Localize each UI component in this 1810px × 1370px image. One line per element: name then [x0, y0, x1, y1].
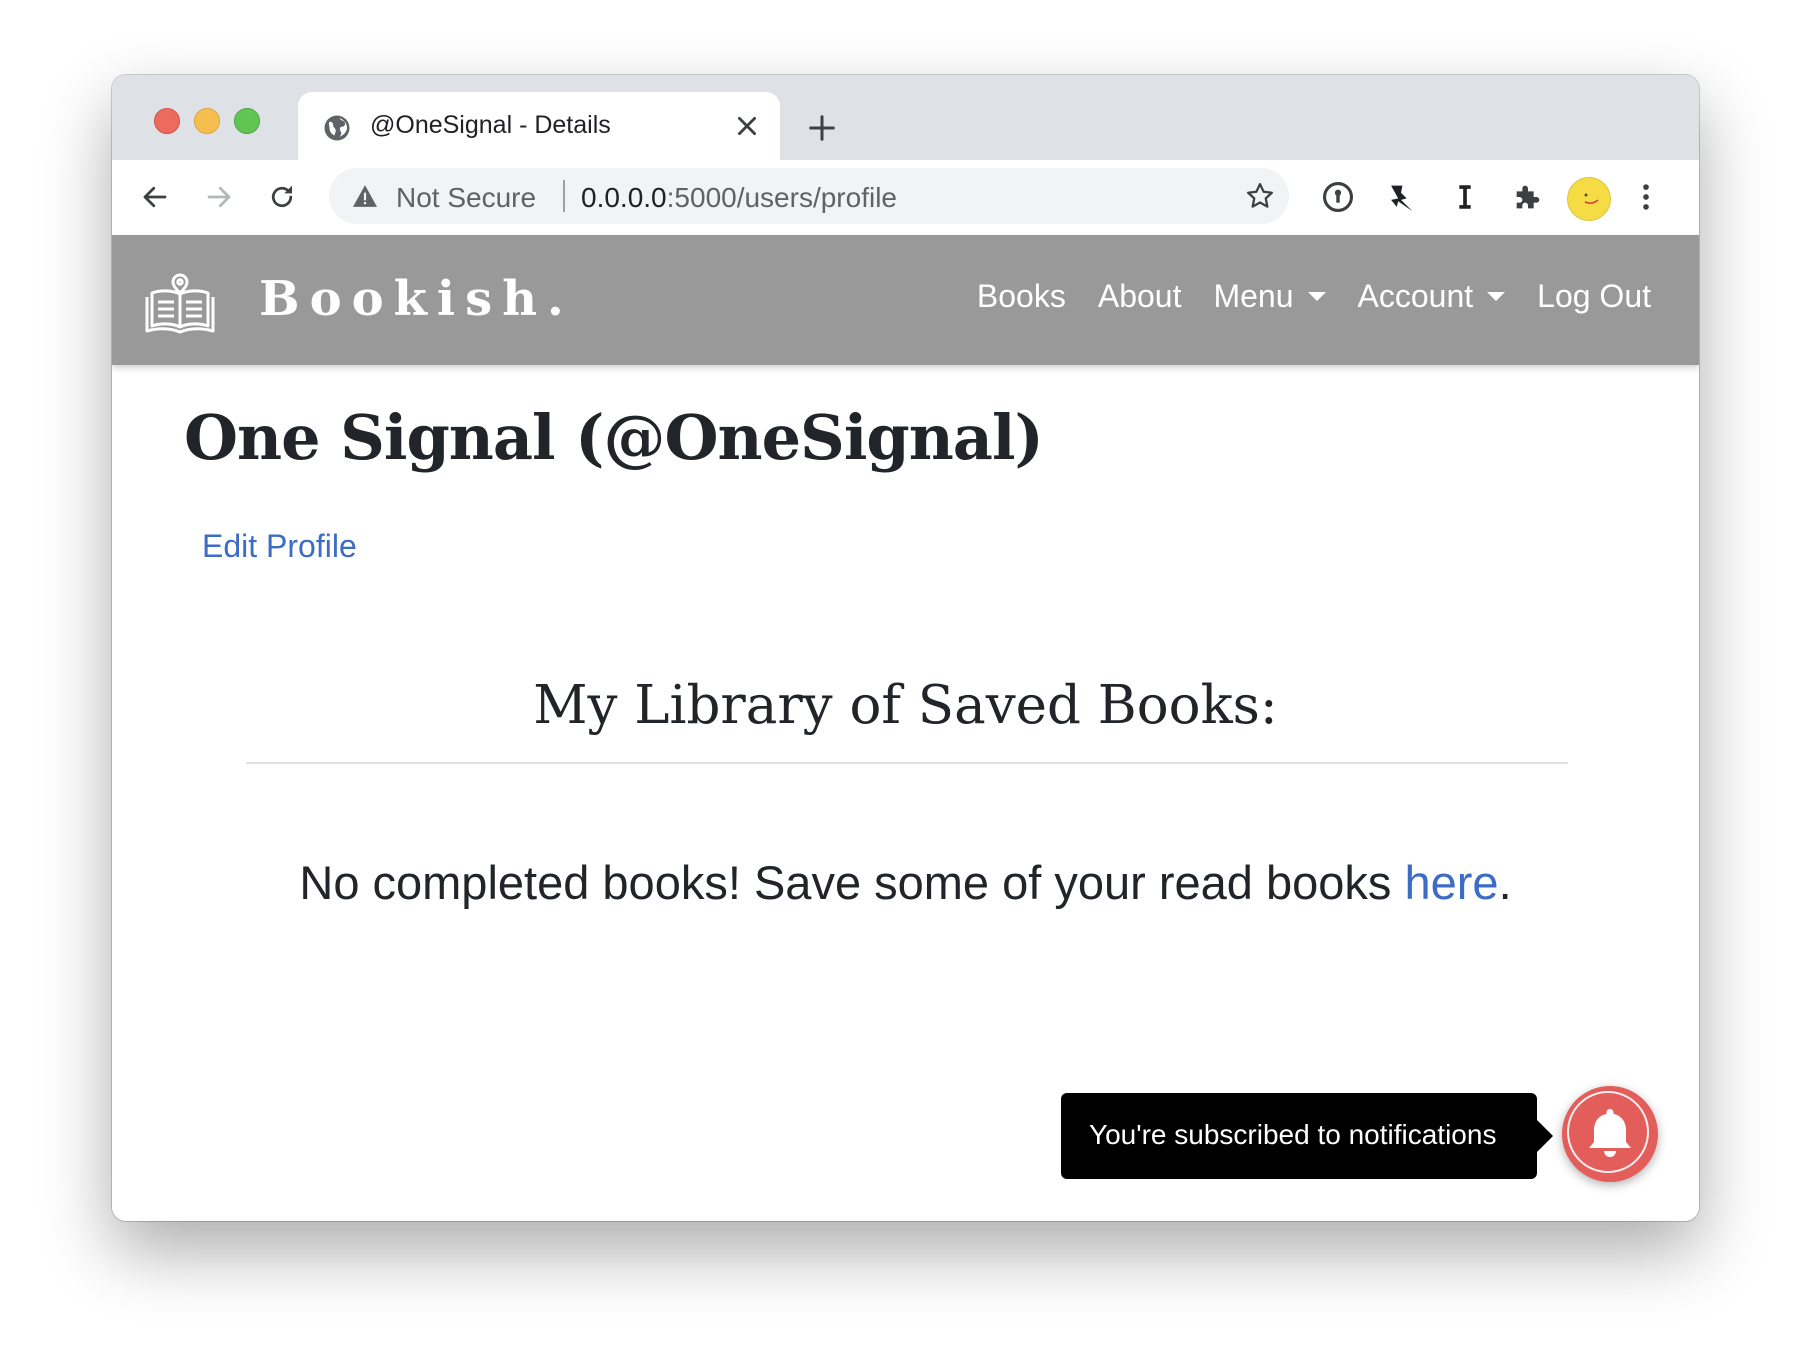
library-divider [246, 762, 1568, 764]
caret-down-icon [1307, 292, 1326, 301]
subscription-tooltip: You're subscribed to notifications [1061, 1093, 1553, 1179]
url-text[interactable]: 0.0.0.0:5000/users/profile [581, 182, 897, 214]
empty-message-text: No completed books! Save some of your re… [299, 856, 1405, 909]
nav-books[interactable]: Books [977, 278, 1066, 315]
puzzle-icon[interactable] [1511, 180, 1545, 214]
forward-arrow-icon[interactable] [204, 182, 234, 212]
tab-strip: @OneSignal - Details [112, 75, 1699, 160]
reload-icon[interactable] [267, 182, 297, 212]
nav-books-label: Books [976, 278, 1066, 314]
nav-logout-label: Log Out [1537, 278, 1651, 314]
globe-icon [324, 115, 350, 141]
instapaper-icon[interactable] [1448, 180, 1482, 214]
nav-about-label: About [1097, 278, 1182, 314]
empty-message-period: . [1498, 856, 1512, 909]
nav-menu-dropdown[interactable]: Menu [1213, 278, 1326, 315]
nav-links: Books About Menu Account Log Out [945, 278, 1651, 315]
page-content: Bookish. Books About Menu Account Log Ou… [112, 235, 1699, 1221]
book-map-logo-icon[interactable] [144, 272, 216, 334]
tooltip-arrow [1537, 1120, 1553, 1152]
nav-logout[interactable]: Log Out [1537, 278, 1651, 315]
kebab-menu-icon[interactable] [1629, 180, 1663, 214]
empty-library-message: No completed books! Save some of your re… [112, 855, 1699, 910]
caret-down-icon [1487, 292, 1506, 301]
pin-icon[interactable] [1384, 180, 1418, 214]
plus-icon[interactable] [807, 113, 837, 143]
profile-title: One Signal (@OneSignal) [184, 401, 1044, 474]
save-books-link[interactable]: here [1404, 856, 1498, 909]
library-heading: My Library of Saved Books: [533, 675, 1278, 736]
omnibox-divider [563, 180, 565, 212]
bookmark-star-icon[interactable] [1245, 181, 1275, 211]
bell-icon [1589, 1109, 1631, 1157]
edit-profile-link[interactable]: Edit Profile [202, 528, 357, 565]
nav-menu-label: Menu [1213, 278, 1294, 314]
browser-window: @OneSignal - Details Not Secure 0.0.0.0:… [112, 75, 1699, 1221]
nav-account-label: Account [1357, 278, 1474, 314]
tab-title: @OneSignal - Details [370, 111, 611, 139]
close-icon[interactable] [734, 113, 760, 139]
brand-name[interactable]: Bookish. [259, 271, 574, 327]
subscription-tooltip-text: You're subscribed to notifications [1089, 1119, 1497, 1150]
url-host: 0.0.0.0 [581, 182, 667, 213]
avatar-face-icon [1584, 193, 1599, 204]
password-manager-icon[interactable] [1321, 180, 1355, 214]
close-window-button[interactable] [154, 108, 180, 134]
security-status[interactable]: Not Secure [396, 182, 536, 214]
nav-account-dropdown[interactable]: Account [1358, 278, 1506, 315]
back-arrow-icon[interactable] [140, 182, 170, 212]
notification-bell-button[interactable] [1562, 1086, 1658, 1182]
nav-about[interactable]: About [1098, 278, 1182, 315]
address-bar[interactable]: Not Secure 0.0.0.0:5000/users/profile [329, 168, 1289, 224]
tab-onesignal-details[interactable]: @OneSignal - Details [298, 92, 780, 160]
url-path: :5000/users/profile [666, 182, 897, 213]
site-navbar: Bookish. Books About Menu Account Log Ou… [112, 235, 1699, 365]
minimize-window-button[interactable] [194, 108, 220, 134]
profile-avatar[interactable] [1567, 177, 1611, 221]
browser-toolbar: Not Secure 0.0.0.0:5000/users/profile [112, 160, 1699, 236]
warning-icon [353, 185, 377, 207]
zoom-window-button[interactable] [234, 108, 260, 134]
